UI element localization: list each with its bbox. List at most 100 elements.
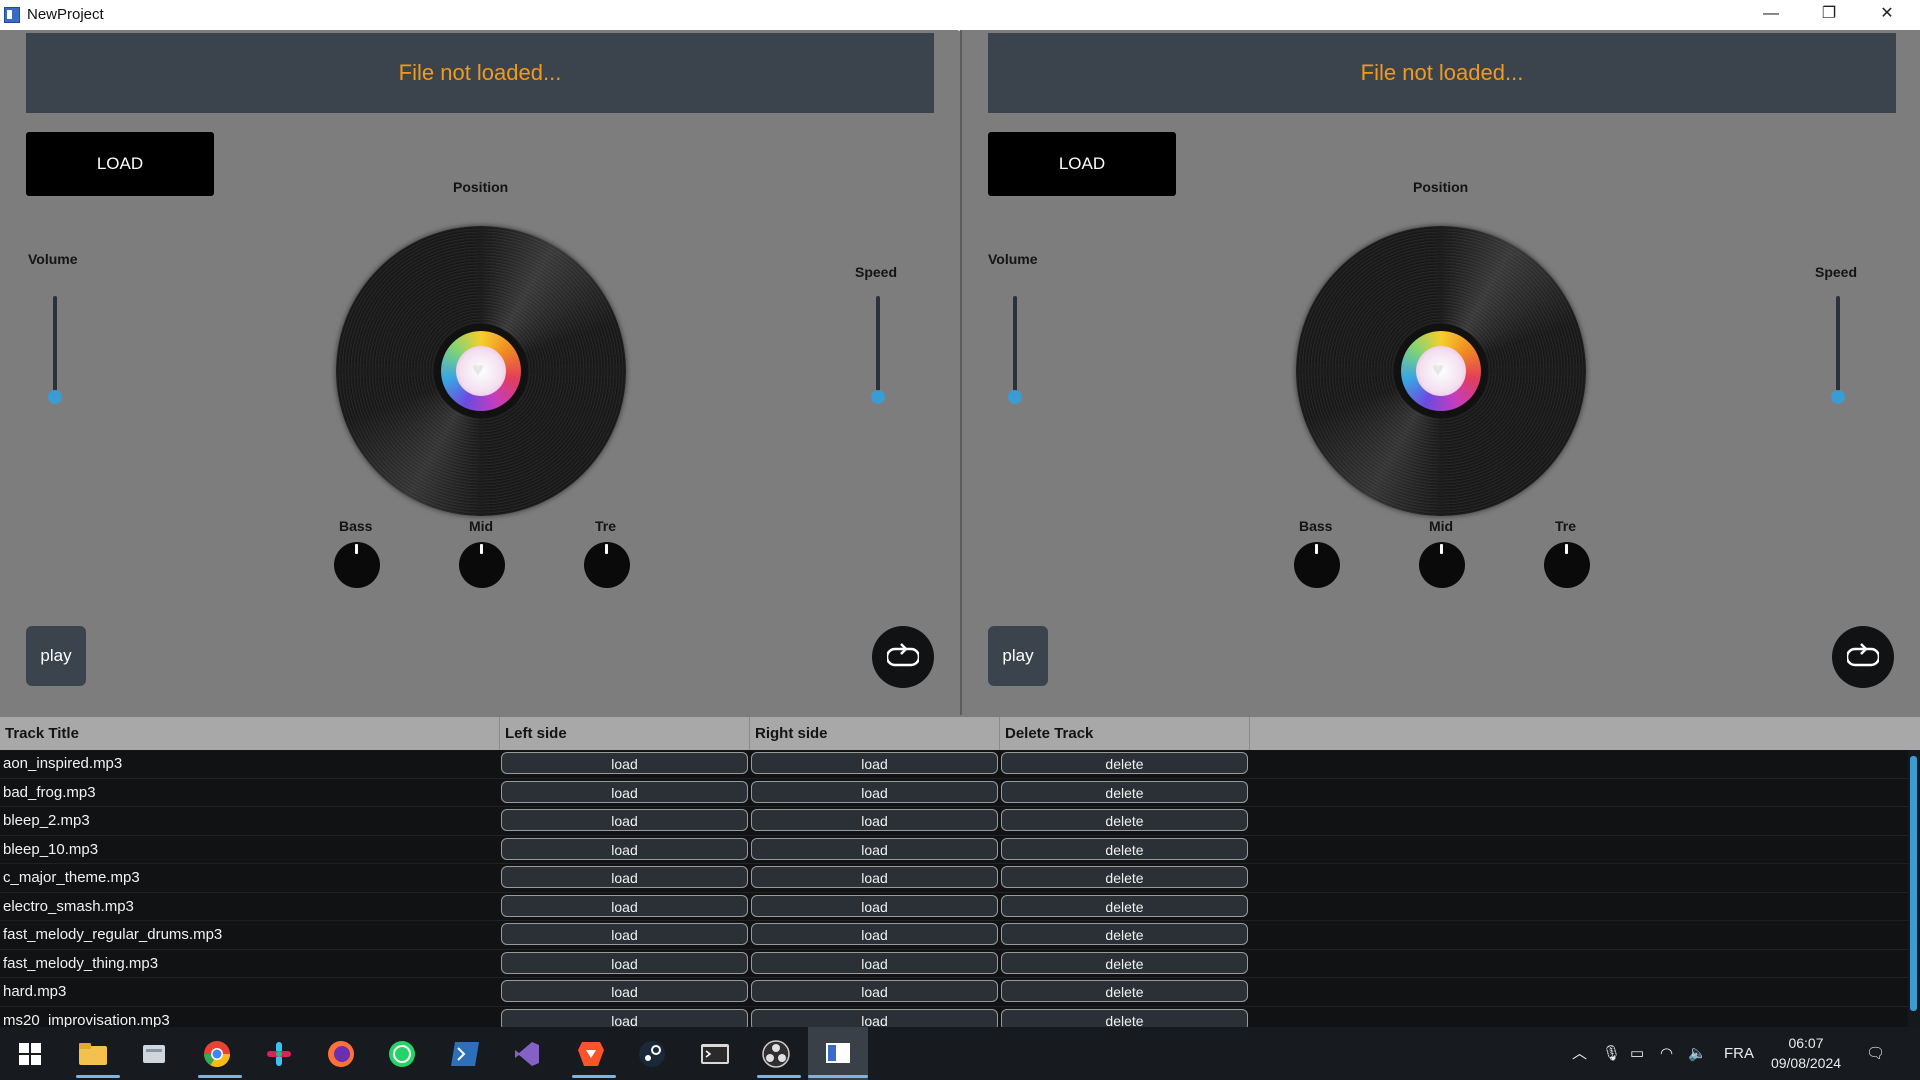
obs-icon[interactable] [758,1036,794,1072]
delete-track-button[interactable]: delete [1001,894,1248,917]
file-explorer-icon[interactable] [75,1036,111,1072]
header-right-side[interactable]: Right side [750,717,1000,750]
load-left-button[interactable]: load [501,809,748,831]
powershell-icon[interactable] [447,1036,483,1072]
vertical-scrollbar[interactable] [1908,750,1920,1027]
load-left-button[interactable]: load [501,980,748,1002]
restore-button[interactable]: ❐ [1800,0,1858,30]
load-left-button[interactable]: load [501,866,748,888]
vinyl-position-disc[interactable]: ♥ [1296,226,1586,516]
whatsapp-icon[interactable] [384,1036,420,1072]
volume-slider[interactable] [1013,296,1017,396]
tre-knob[interactable] [1544,542,1590,588]
header-track-title[interactable]: Track Title [0,717,500,750]
delete-track-button[interactable]: delete [1001,837,1248,860]
files-icon[interactable] [136,1036,172,1072]
show-hidden-icons-icon[interactable]: ︿ [1572,1027,1587,1080]
loop-icon [887,643,919,667]
load-right-button[interactable]: load [751,923,998,945]
table-row[interactable]: bleep_2.mp3 load load delete [0,807,1908,836]
scrollbar-thumb[interactable] [1910,756,1917,1011]
load-right-button[interactable]: load [751,866,998,888]
tre-label: Tre [595,518,617,534]
notifications-icon[interactable]: 🗨 [1866,1027,1885,1080]
delete-track-button[interactable]: delete [1001,980,1248,1002]
firefox-icon[interactable] [323,1036,359,1072]
visual-studio-icon[interactable] [509,1036,545,1072]
track-title: bleep_10.mp3 [3,840,99,858]
delete-track-button[interactable]: delete [1001,923,1248,945]
table-row[interactable]: fast_melody_regular_drums.mp3 load load del… [0,921,1908,950]
tre-knob[interactable] [584,542,630,588]
mid-knob[interactable] [459,542,505,588]
battery-icon[interactable]: ▭ [1630,1027,1644,1080]
table-row[interactable]: c_major_theme.mp3 load load delete [0,864,1908,893]
speed-slider-thumb[interactable] [1831,390,1845,404]
minimize-button[interactable]: — [1742,0,1800,30]
delete-track-button[interactable]: delete [1001,780,1248,803]
header-delete-track[interactable]: Delete Track [1000,717,1250,750]
table-header: Track Title Left side Right side Delete … [0,717,1920,750]
speed-slider[interactable] [1836,296,1840,396]
table-row[interactable]: electro_smash.mp3 load load delete [0,893,1908,921]
speed-slider[interactable] [876,296,880,396]
load-left-button[interactable]: load [501,780,748,803]
table-row[interactable]: bleep_10.mp3 load load delete [0,836,1908,864]
language-indicator[interactable]: FRA [1724,1027,1754,1080]
delete-track-button[interactable]: delete [1001,951,1248,974]
track-title: fast_melody_thing.mp3 [3,954,159,972]
load-right-button[interactable]: load [751,752,998,774]
load-left-button[interactable]: load [501,951,748,974]
brave-icon[interactable] [573,1036,609,1072]
deck-right: File not loaded... LOAD Position Volume … [960,30,1920,715]
table-row[interactable]: bad_frog.mp3 load load delete [0,779,1908,807]
load-right-button[interactable]: load [751,951,998,974]
title-bar: NewProject — ❐ ✕ [0,0,1920,31]
load-right-button[interactable]: load [751,980,998,1002]
load-left-button[interactable]: load [501,923,748,945]
mid-knob[interactable] [1419,542,1465,588]
table-row[interactable]: fast_melody_thing.mp3 load load delete [0,950,1908,978]
play-button[interactable]: play [26,626,86,686]
delete-track-button[interactable]: delete [1001,809,1248,831]
volume-slider-thumb[interactable] [48,390,62,404]
terminal-icon[interactable] [697,1036,733,1072]
slack-icon[interactable] [261,1036,297,1072]
chrome-icon[interactable] [199,1036,235,1072]
delete-track-button[interactable]: delete [1001,866,1248,888]
load-button[interactable]: LOAD [988,132,1176,196]
load-left-button[interactable]: load [501,837,748,860]
delete-track-button[interactable]: delete [1001,752,1248,774]
network-icon[interactable]: ◠ [1660,1027,1673,1080]
table-row[interactable]: aon_inspired.mp3 load load delete [0,750,1908,779]
volume-slider[interactable] [53,296,57,396]
volume-slider-thumb[interactable] [1008,390,1022,404]
play-button[interactable]: play [988,626,1048,686]
microphone-icon[interactable]: 🎙 [1602,1027,1621,1080]
load-button[interactable]: LOAD [26,132,214,196]
taskbar-clock[interactable]: 06:07 09/08/2024 [1758,1033,1854,1073]
load-right-button[interactable]: load [751,780,998,803]
speed-slider-thumb[interactable] [871,390,885,404]
loop-button[interactable] [1832,626,1894,688]
load-left-button[interactable]: load [501,894,748,917]
load-right-button[interactable]: load [751,809,998,831]
load-right-button[interactable]: load [751,837,998,860]
newproject-app-icon[interactable] [808,1027,868,1080]
vinyl-position-disc[interactable]: ♥ [336,226,626,516]
volume-label: Volume [28,251,78,267]
load-left-button[interactable]: load [501,752,748,774]
bass-label: Bass [339,518,373,534]
loop-button[interactable] [872,626,934,688]
header-left-side[interactable]: Left side [500,717,750,750]
table-row[interactable]: hard.mp3 load load delete [0,978,1908,1007]
volume-icon[interactable]: 🔈 [1688,1027,1707,1080]
position-label: Position [453,179,509,195]
bass-knob[interactable] [334,542,380,588]
windows-start-icon[interactable] [12,1036,48,1072]
load-right-button[interactable]: load [751,894,998,917]
loop-icon [1847,643,1879,667]
steam-icon[interactable] [634,1036,670,1072]
bass-knob[interactable] [1294,542,1340,588]
close-button[interactable]: ✕ [1858,0,1916,30]
